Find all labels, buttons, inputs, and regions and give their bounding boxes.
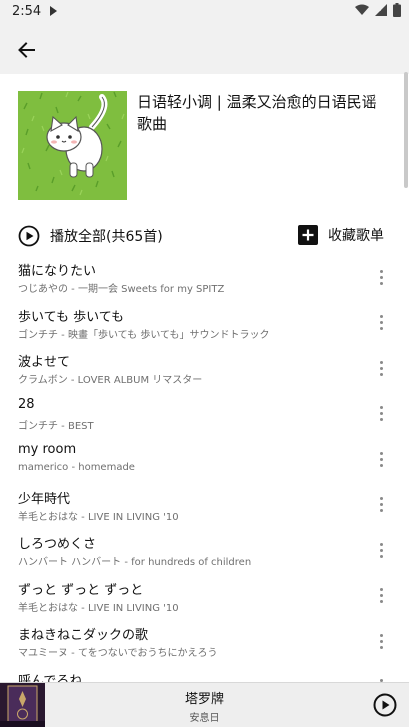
more-vertical-icon[interactable] [372,539,390,561]
song-item[interactable]: 猫になりたい つじあやの - 一期一会 Sweets for my SPITZ [0,256,409,301]
more-vertical-icon[interactable] [372,312,390,334]
song-item[interactable]: 歩いても 歩いても ゴンチチ - 映畫「歩いても 歩いても」サウンドトラック [0,302,409,347]
song-subtitle: 羊毛とおはな - LIVE IN LIVING '10 [18,511,179,523]
cat-on-grass-cover-image [18,91,127,200]
song-title: 少年時代 [18,491,71,507]
song-title: まねきねこダックの歌 [18,628,149,643]
media-playing-icon [50,6,57,16]
play-circle-icon [373,693,397,717]
more-vertical-icon[interactable] [372,630,390,652]
wifi-icon [355,4,369,15]
song-item[interactable]: しろつめくさ ハンバート ハンバート - for hundreds of chi… [0,529,409,574]
back-button[interactable] [12,36,40,64]
song-title: 歩いても 歩いても [18,309,125,325]
mini-player[interactable]: 塔罗牌 安息日 [0,682,409,727]
signal-icon: x [375,4,387,16]
arrow-left-icon [18,42,35,58]
song-title: 28 [18,396,35,412]
status-bar: 2:54 x [0,0,409,24]
status-time: 2:54 [12,4,42,19]
add-box-icon [298,225,318,245]
more-vertical-icon[interactable] [372,266,390,288]
more-vertical-icon[interactable] [372,585,390,607]
collect-playlist-button[interactable]: 收藏歌单 [298,225,384,245]
song-subtitle: ハンバート ハンバート - for hundreds of children [18,557,252,568]
player-artist: 安息日 [189,713,220,724]
song-subtitle: 羊毛とおはな - LIVE IN LIVING '10 [18,602,179,614]
song-subtitle: mamerico - homemade [18,462,135,473]
song-list: 猫になりたい つじあやの - 一期一会 Sweets for my SPITZ … [0,256,409,682]
more-vertical-icon[interactable] [372,403,390,425]
player-play-button[interactable] [373,693,397,717]
playlist-title: 日语轻小调 | 温柔又治愈的日语民谣歌曲 [137,93,377,133]
song-subtitle: ゴンチチ - BEST [18,420,94,432]
more-vertical-icon[interactable] [372,448,390,470]
song-subtitle: クラムボン - LOVER ALBUM リマスター [18,375,203,386]
song-item[interactable]: my room mamerico - homemade [0,438,409,483]
play-circle-icon [18,225,40,247]
more-vertical-icon[interactable] [372,494,390,516]
song-title: 波よせて [18,355,71,370]
song-title: 猫になりたい [18,264,97,279]
song-subtitle: つじあやの - 一期一会 Sweets for my SPITZ [18,284,225,295]
play-all-label: 播放全部(共65首) [50,229,163,245]
player-song-title: 塔罗牌 [184,692,224,707]
song-title: 呼んでるね [18,673,83,683]
play-all-button[interactable]: 播放全部(共65首) [18,225,163,247]
song-item[interactable]: 少年時代 羊毛とおはな - LIVE IN LIVING '10 [0,484,409,529]
svg-text:x: x [377,5,381,13]
song-subtitle: ゴンチチ - 映畫「歩いても 歩いても」サウンドトラック [18,329,270,341]
song-item[interactable]: 波よせて クラムボン - LOVER ALBUM リマスター [0,347,409,392]
more-vertical-icon[interactable] [372,357,390,379]
scroll-indicator[interactable] [404,72,408,188]
song-item[interactable]: まねきねこダックの歌 マユミーヌ - てをつないでおうちにかえろう [0,620,409,665]
battery-icon [393,3,401,17]
song-title: my room [18,442,77,457]
song-item[interactable]: 呼んでるね [0,666,409,683]
song-title: しろつめくさ [18,537,97,552]
song-subtitle: マユミーヌ - てをつないでおうちにかえろう [18,648,218,659]
playlist-actions: 播放全部(共65首) 收藏歌单 [0,222,409,252]
status-icons: x [355,3,401,17]
song-item[interactable]: 28 ゴンチチ - BEST [0,393,409,438]
playlist-cover [18,91,127,200]
collect-label: 收藏歌单 [328,228,384,244]
song-title: ずっと ずっと ずっと [18,582,144,598]
song-item[interactable]: ずっと ずっと ずっと 羊毛とおはな - LIVE IN LIVING '10 [0,575,409,620]
app-bar [0,24,409,74]
